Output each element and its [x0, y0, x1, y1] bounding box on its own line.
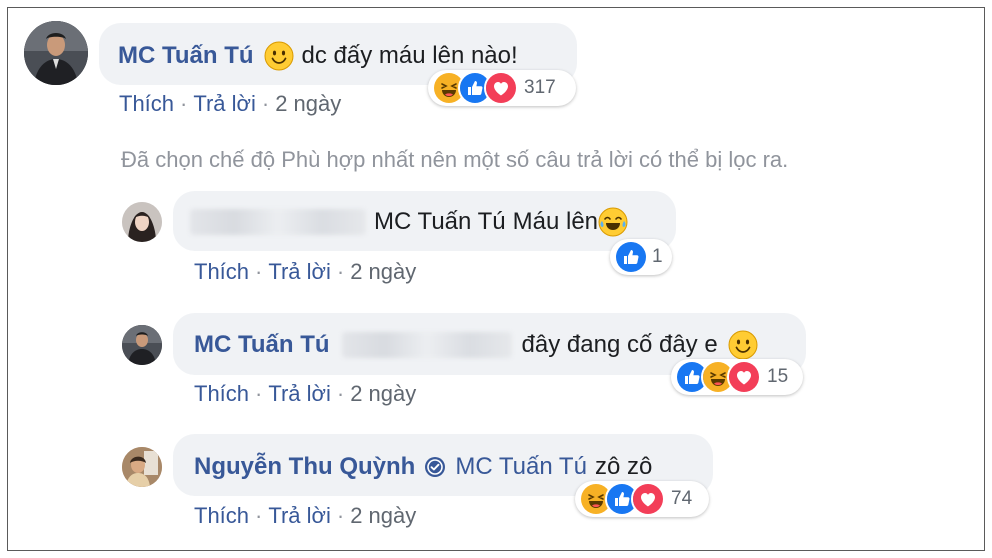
reaction-summary[interactable]: 317 [428, 70, 576, 106]
reply-content: Nguyễn Thu Quỳnh MC Tuấn Tú zô zô [194, 453, 652, 481]
reply-author[interactable]: MC Tuấn Tú [194, 333, 330, 357]
comment-text: dc đấy máu lên nào! [301, 42, 518, 69]
avatar[interactable] [122, 325, 162, 365]
separator: · [336, 503, 345, 528]
timestamp[interactable]: 2 ngày [350, 259, 416, 284]
reaction-count: 317 [524, 77, 556, 98]
reply-actions: Thích · Trả lời · 2 ngày [194, 383, 416, 405]
timestamp[interactable]: 2 ngày [350, 381, 416, 406]
verified-badge-icon [423, 455, 447, 479]
reply-tag[interactable]: MC Tuấn Tú [455, 455, 587, 479]
redacted-name [341, 332, 512, 358]
reply-content: MC Tuấn Tú đây đang cố đây e [194, 331, 758, 359]
separator: · [261, 91, 270, 116]
comment-content: MC Tuấn Tú dc đấy máu lên nào! [118, 42, 518, 70]
smiley-icon [728, 330, 758, 360]
reply-link[interactable]: Trả lời [268, 259, 331, 284]
avatar[interactable] [122, 202, 162, 242]
separator: · [255, 503, 263, 528]
reaction-summary[interactable]: 1 [610, 239, 672, 275]
smiley-icon [264, 41, 294, 71]
like-link[interactable]: Thích [119, 91, 174, 116]
like-link[interactable]: Thích [194, 259, 249, 284]
comment-author[interactable]: MC Tuấn Tú [118, 44, 254, 68]
reply-actions: Thích · Trả lời · 2 ngày [194, 261, 416, 283]
reply-content: MC Tuấn Tú Máu lên [190, 208, 628, 236]
reply-actions: Thích · Trả lời · 2 ngày [194, 505, 416, 527]
like-link[interactable]: Thích [194, 503, 249, 528]
avatar[interactable] [122, 447, 162, 487]
comment-actions: Thích · Trả lời · 2 ngày [119, 93, 341, 115]
reply-link[interactable]: Trả lời [268, 381, 331, 406]
reply-text: đây đang cố đây e [521, 331, 718, 358]
like-icon [614, 240, 648, 274]
filter-notice: Đã chọn chế độ Phù hợp nhất nên một số c… [121, 147, 789, 172]
reaction-count: 74 [671, 488, 693, 509]
person-avatar-icon [122, 447, 162, 487]
separator: · [336, 259, 345, 284]
timestamp[interactable]: 2 ngày [275, 91, 341, 116]
reply-link[interactable]: Trả lời [193, 91, 256, 116]
separator: · [180, 91, 188, 116]
reply-text: zô zô [594, 453, 653, 480]
reaction-count: 15 [767, 366, 789, 387]
reply-text: Máu lên [512, 208, 599, 235]
person-avatar-icon [24, 21, 88, 85]
timestamp[interactable]: 2 ngày [350, 503, 416, 528]
love-icon [484, 71, 518, 105]
separator: · [336, 381, 345, 406]
avatar[interactable] [24, 21, 88, 85]
joy-icon [598, 207, 628, 237]
love-icon [727, 360, 761, 394]
love-icon [631, 482, 665, 516]
reaction-count: 1 [652, 246, 663, 267]
like-link[interactable]: Thích [194, 381, 249, 406]
separator: · [255, 381, 263, 406]
reply-tag[interactable]: MC Tuấn Tú [374, 210, 506, 234]
person-avatar-icon [122, 202, 162, 242]
redacted-name [190, 209, 366, 235]
person-avatar-icon [122, 325, 162, 365]
reply-author[interactable]: Nguyễn Thu Quỳnh [194, 455, 415, 479]
reply-link[interactable]: Trả lời [268, 503, 331, 528]
reaction-summary[interactable]: 74 [575, 481, 709, 517]
reaction-summary[interactable]: 15 [671, 359, 803, 395]
separator: · [255, 259, 263, 284]
